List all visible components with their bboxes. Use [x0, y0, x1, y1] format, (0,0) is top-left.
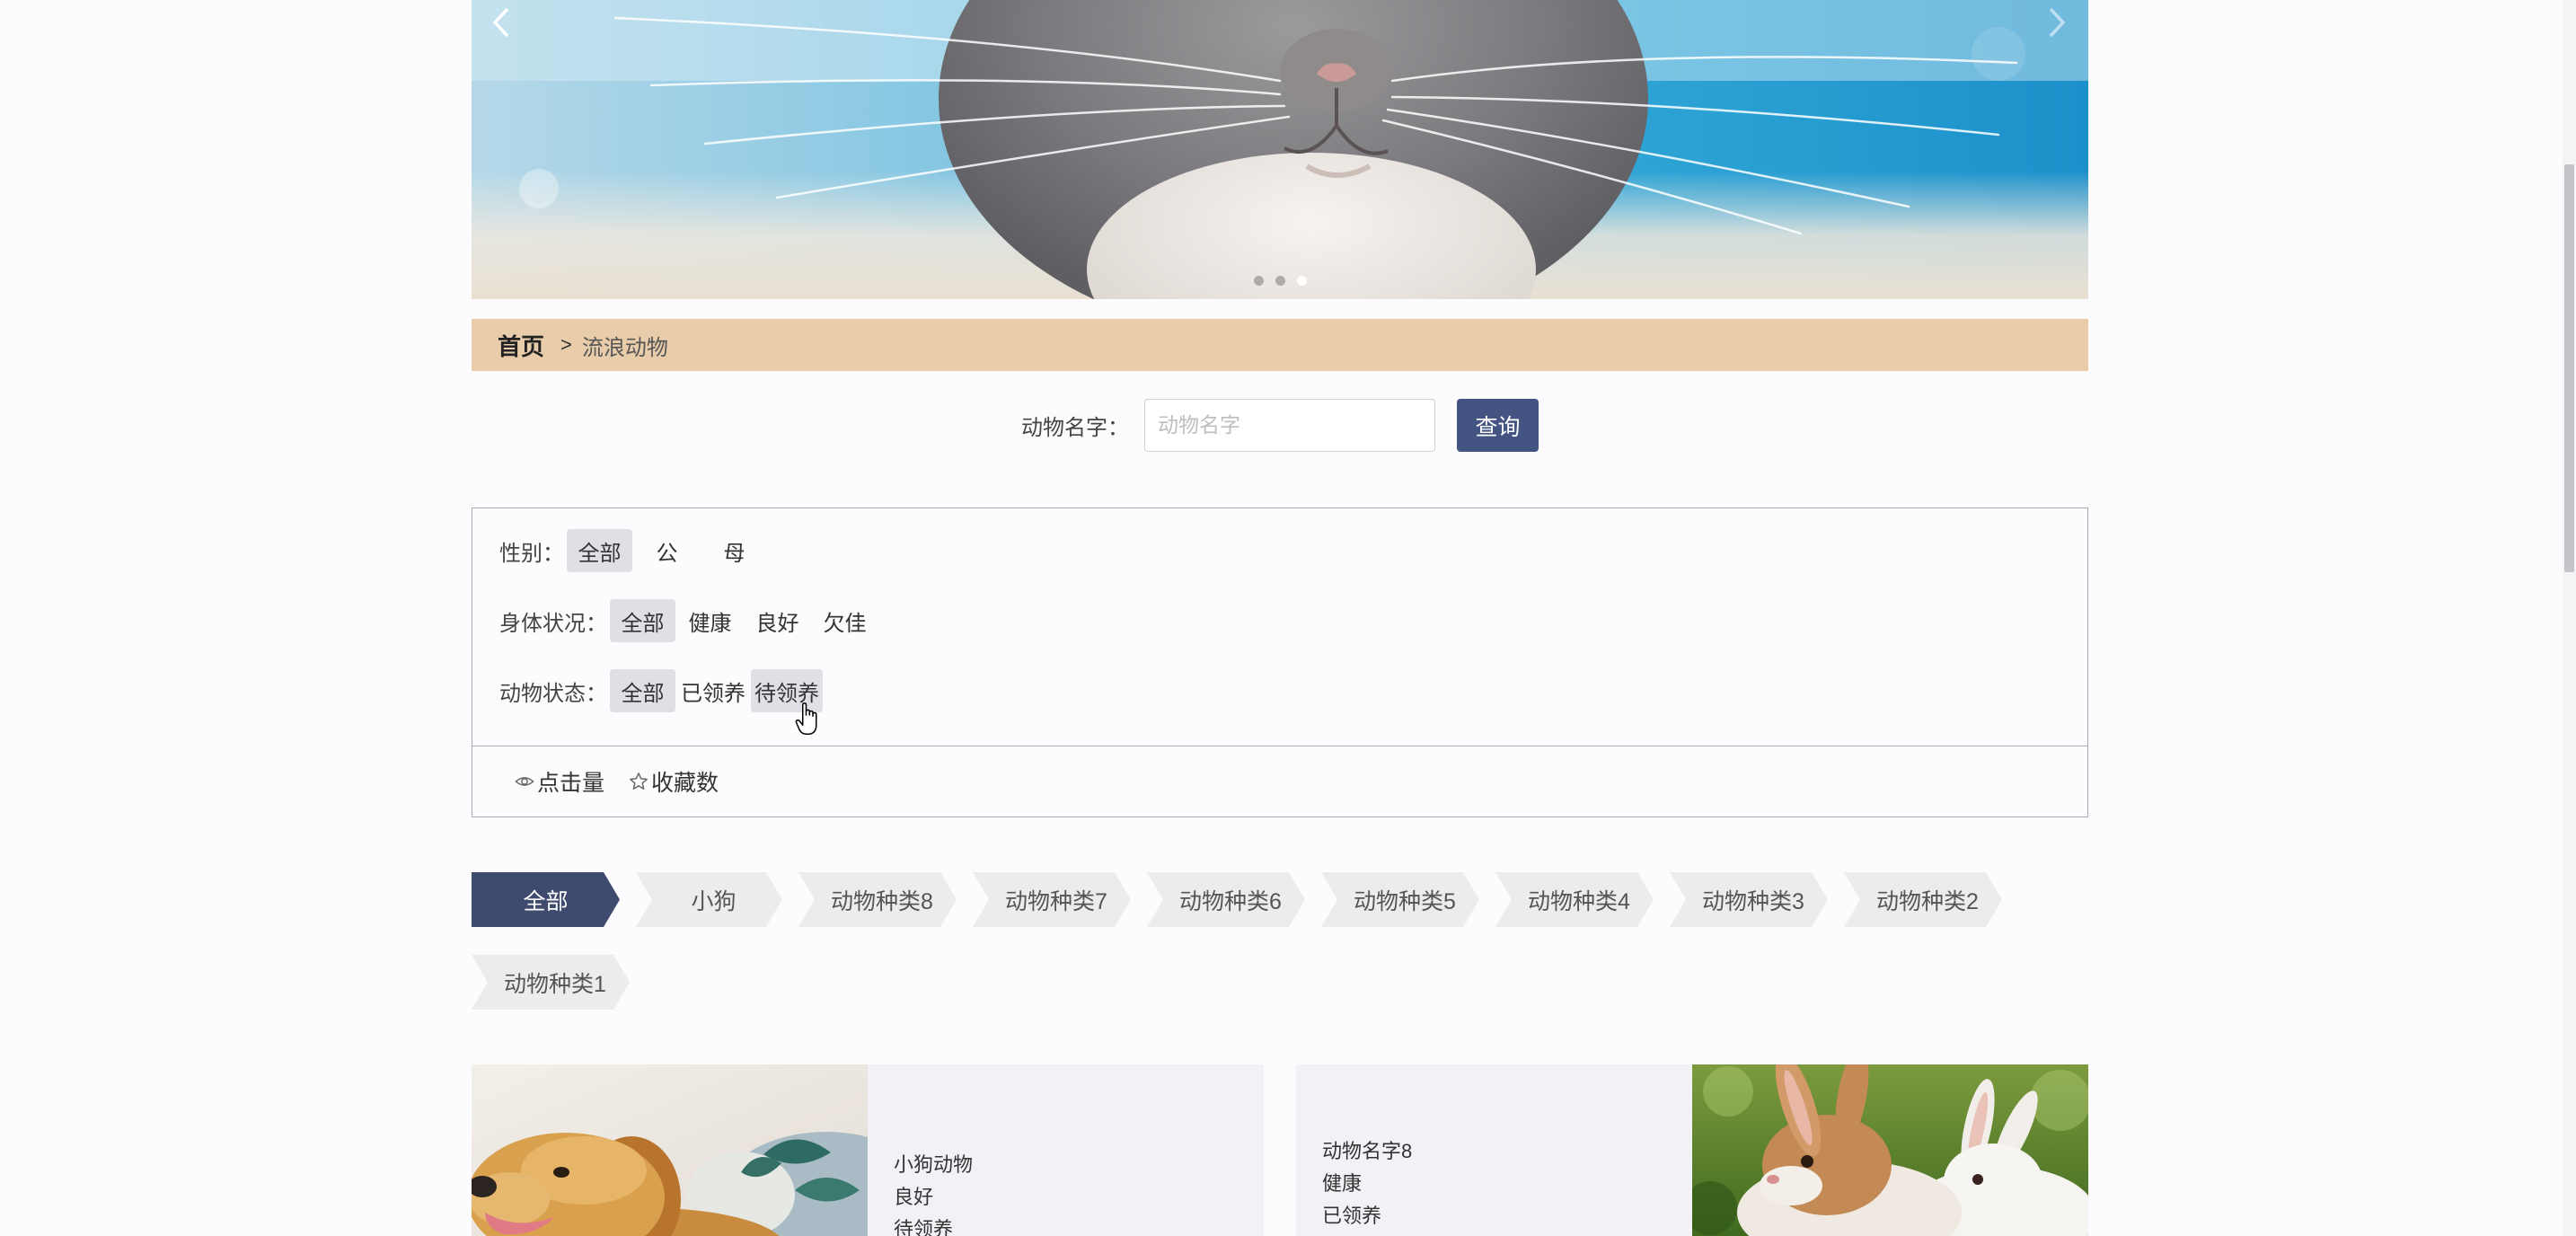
category-tab-type-2[interactable]: 动物种类2: [1844, 872, 2002, 927]
category-tab-type-7[interactable]: 动物种类7: [973, 872, 1131, 927]
animal-status: 待领养: [894, 1218, 954, 1236]
carousel-dot[interactable]: [1296, 276, 1307, 286]
animal-info: 动物名字8 健康 已领养: [1296, 1064, 1692, 1236]
star-icon: [630, 772, 648, 790]
page-scrollbar[interactable]: [2563, 0, 2576, 1236]
category-tab-type-5[interactable]: 动物种类5: [1321, 872, 1479, 927]
chevron-left-icon: [492, 7, 509, 38]
carousel-dot[interactable]: [1253, 276, 1264, 286]
animal-card[interactable]: 动物名字8 健康 已领养: [1296, 1064, 2088, 1236]
health-option-healthy[interactable]: 健康: [677, 599, 743, 642]
banner-image: [472, 0, 2088, 299]
status-option-all[interactable]: 全部: [610, 669, 675, 712]
filter-row-status: 动物状态： 全部 已领养 待领养: [499, 669, 2087, 712]
category-tab-all[interactable]: 全部: [472, 872, 620, 927]
category-tab-type-8[interactable]: 动物种类8: [798, 872, 957, 927]
category-tab-puppy[interactable]: 小狗: [636, 872, 782, 927]
filter-label-health: 身体状况：: [499, 611, 607, 636]
animal-health: 良好: [894, 1186, 934, 1208]
animal-name: 小狗动物: [894, 1153, 974, 1176]
animal-name: 动物名字8: [1322, 1140, 1413, 1162]
category-tab-type-3[interactable]: 动物种类3: [1670, 872, 1828, 927]
breadcrumb-current: 流浪动物: [581, 335, 668, 360]
eye-icon: [515, 777, 534, 786]
breadcrumb: 首页 > 流浪动物: [472, 319, 2088, 371]
sort-views-label: 点击量: [537, 771, 605, 796]
sort-favorites-label: 收藏数: [651, 771, 719, 796]
breadcrumb-home-link[interactable]: 首页: [498, 329, 544, 362]
filter-label-gender: 性别：: [499, 541, 564, 566]
animal-photo: [1692, 1064, 2088, 1236]
animal-health: 健康: [1322, 1172, 1363, 1195]
health-option-good[interactable]: 良好: [745, 599, 810, 642]
carousel-prev-button[interactable]: [490, 5, 513, 40]
category-tab-type-1[interactable]: 动物种类1: [472, 955, 630, 1010]
filter-panel: 性别： 全部 公 母 身体状况： 全部 健康 良好 欠佳 动物状态： 全部 已领…: [472, 508, 2088, 746]
search-label: 动物名字：: [1021, 416, 1129, 440]
carousel-dot[interactable]: [1275, 276, 1285, 286]
animal-name-search-input[interactable]: [1144, 399, 1435, 452]
carousel-indicators: [472, 276, 2088, 286]
status-option-adopted[interactable]: 已领养: [677, 669, 749, 712]
animal-info: 小狗动物 良好 待领养: [868, 1064, 1264, 1236]
animal-status: 已领养: [1322, 1205, 1382, 1227]
banner-carousel[interactable]: [472, 0, 2088, 299]
category-tab-type-6[interactable]: 动物种类6: [1147, 872, 1305, 927]
animal-list: 小狗动物 良好 待领养 动物名字8 健康 已领养: [472, 1064, 2088, 1236]
filter-row-gender: 性别： 全部 公 母: [499, 529, 2087, 572]
sort-by-views-button[interactable]: 点击量: [515, 765, 604, 798]
sort-by-favorites-button[interactable]: 收藏数: [629, 765, 719, 798]
filter-label-status: 动物状态：: [499, 681, 607, 706]
gender-option-male[interactable]: 公: [634, 529, 700, 572]
category-tab-type-4[interactable]: 动物种类4: [1495, 872, 1654, 927]
carousel-next-button[interactable]: [2045, 5, 2069, 40]
chevron-right-icon: [2049, 7, 2066, 38]
gender-option-female[interactable]: 母: [701, 529, 767, 572]
breadcrumb-separator: >: [560, 333, 572, 356]
filter-row-health: 身体状况： 全部 健康 良好 欠佳: [499, 599, 2087, 642]
animal-photo: [472, 1064, 868, 1236]
gender-option-all[interactable]: 全部: [567, 529, 632, 572]
search-button[interactable]: 查询: [1457, 399, 1539, 452]
search-bar: 动物名字： 查询: [472, 399, 2088, 452]
health-option-poor[interactable]: 欠佳: [812, 599, 878, 642]
animal-card[interactable]: 小狗动物 良好 待领养: [472, 1064, 1264, 1236]
scrollbar-thumb[interactable]: [2564, 164, 2574, 572]
health-option-all[interactable]: 全部: [610, 599, 675, 642]
status-option-awaiting-adoption[interactable]: 待领养: [751, 669, 823, 712]
sort-bar: 点击量 收藏数: [472, 746, 2088, 817]
category-tabs: 全部 小狗 动物种类8 动物种类7 动物种类6 动物种类5 动物种类4 动物种类…: [472, 872, 2088, 1010]
